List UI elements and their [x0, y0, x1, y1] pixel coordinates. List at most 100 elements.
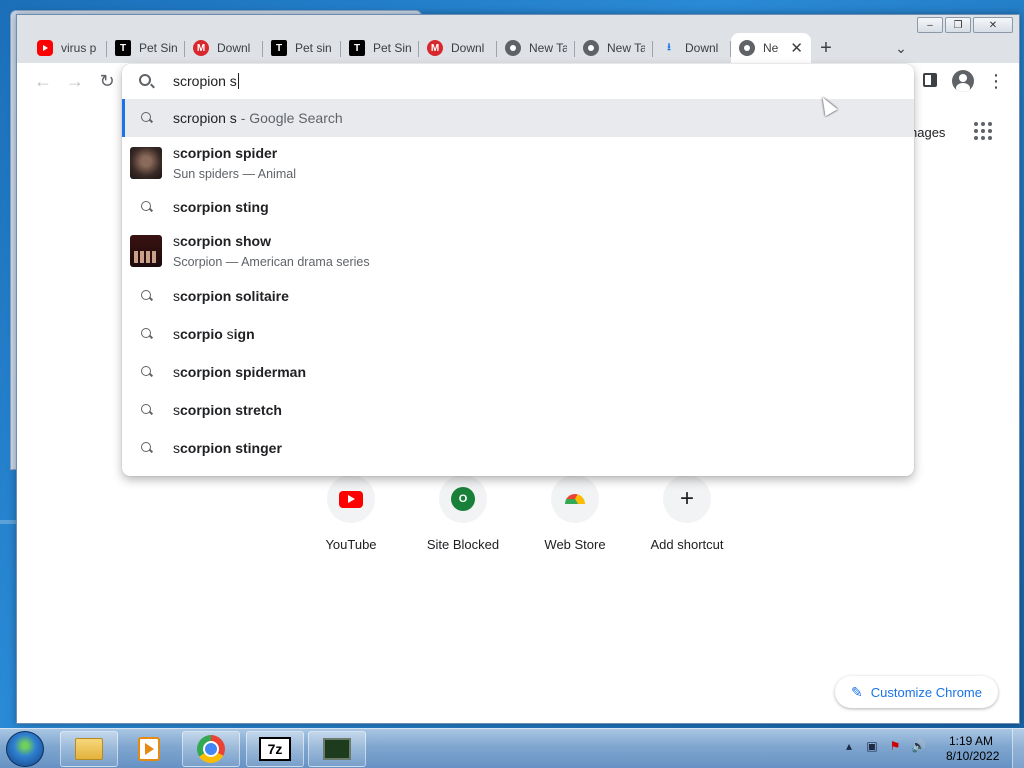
close-tab-icon[interactable]: ✕: [790, 39, 803, 57]
suggestion-text: scorpion stinger: [173, 440, 282, 456]
images-link[interactable]: nages: [910, 125, 945, 140]
suggestion-row[interactable]: scorpion spider Sun spiders — Animal: [122, 137, 914, 189]
restore-button[interactable]: ❐: [945, 17, 971, 33]
shortcut-label: Add shortcut: [650, 537, 724, 552]
o-letter-icon: O: [451, 487, 475, 511]
tab[interactable]: ⭳ Downl: [653, 33, 731, 63]
tab[interactable]: T Pet sin: [263, 33, 341, 63]
tab-active[interactable]: Ne ✕: [731, 33, 811, 63]
address-bar[interactable]: scropion s: [122, 64, 914, 98]
search-icon: [139, 74, 151, 86]
tab-title: Pet Sin: [139, 41, 177, 55]
suggestion-row[interactable]: scorpion stretch: [122, 391, 914, 429]
taskbar-task-manager[interactable]: [308, 731, 366, 767]
taskbar-7zip[interactable]: 7z: [246, 731, 304, 767]
suggestion-row[interactable]: scorpio sign: [122, 315, 914, 353]
suggestion-text: scorpion stretch: [173, 402, 282, 418]
shortcut-web-store[interactable]: Web Store: [519, 475, 631, 552]
search-icon: [141, 328, 151, 338]
tab[interactable]: M Downl: [419, 33, 497, 63]
suggestion-row[interactable]: scorpion show Scorpion — American drama …: [122, 225, 914, 277]
task-manager-icon: [323, 738, 351, 760]
chrome-icon: [505, 40, 521, 56]
suggestion-row[interactable]: scorpion solitaire: [122, 277, 914, 315]
new-tab-button[interactable]: +: [814, 33, 838, 63]
search-icon: [141, 112, 151, 122]
search-icon: [141, 290, 151, 300]
side-panel-icon[interactable]: [923, 73, 937, 87]
window-controls: ‒ ❐ ✕: [917, 17, 1013, 33]
suggestion-text: scorpio sign: [173, 326, 255, 342]
t-icon: T: [115, 40, 131, 56]
customize-chrome-button[interactable]: ✎ Customize Chrome: [835, 676, 998, 708]
customize-label: Customize Chrome: [870, 684, 982, 700]
reload-icon[interactable]: ↻: [97, 71, 117, 91]
suggestion-text: scorpion spider: [173, 145, 278, 161]
suggestion-subtitle: Sun spiders — Animal: [173, 167, 296, 181]
suggestion-row[interactable]: scropion s - Google Search: [122, 99, 914, 137]
show-desktop-button[interactable]: [1012, 729, 1024, 768]
text-caret: [237, 73, 239, 89]
shortcut-label: Web Store: [544, 537, 606, 552]
suggestion-text: scorpion show: [173, 233, 271, 249]
suggestion-subtitle: Scorpion — American drama series: [173, 255, 370, 269]
webstore-icon: [565, 494, 585, 504]
download-icon: ⭳: [667, 41, 671, 53]
tab-title: New Ta: [607, 41, 645, 55]
suggestion-text: scorpion solitaire: [173, 288, 289, 304]
tab-title: virus p: [61, 41, 97, 55]
taskbar-explorer[interactable]: [60, 731, 118, 767]
suggestion-row[interactable]: scorpion spiderman: [122, 353, 914, 391]
plus-icon: +: [679, 485, 694, 512]
profile-avatar-icon[interactable]: [952, 70, 974, 92]
tab-title: Ne: [763, 41, 779, 55]
shortcut-label: YouTube: [325, 537, 377, 552]
shortcut-label: Site Blocked: [426, 537, 500, 552]
forward-arrow-icon[interactable]: →: [65, 71, 85, 91]
tab[interactable]: T Pet Sin: [107, 33, 185, 63]
t-icon: T: [271, 40, 287, 56]
clock[interactable]: 1:19 AM 8/10/2022: [946, 734, 999, 764]
kebab-menu-icon[interactable]: ⋮: [987, 71, 1005, 91]
tab[interactable]: New Ta: [575, 33, 653, 63]
shortcuts: YouTube O Site Blocked Web Store + Add s…: [295, 475, 743, 552]
tab[interactable]: virus p: [29, 33, 107, 63]
shortcut-add[interactable]: + Add shortcut: [631, 475, 743, 552]
search-icon: [141, 404, 151, 414]
network-icon[interactable]: ▣: [865, 739, 879, 753]
suggestion-row[interactable]: scorpion stinger: [122, 429, 914, 467]
address-input-text: scropion s: [173, 73, 237, 89]
taskbar-media-player[interactable]: [120, 731, 178, 767]
show-thumbnail: [130, 235, 162, 267]
shortcut-youtube[interactable]: YouTube: [295, 475, 407, 552]
suggestion-row[interactable]: scorpion sting: [122, 189, 914, 225]
shortcut-site-blocked[interactable]: O Site Blocked: [407, 475, 519, 552]
omnibox-dropdown: scropion s scropion s - Google Search sc…: [122, 64, 914, 476]
tab-title: Pet Sin: [373, 41, 411, 55]
start-button[interactable]: [6, 731, 44, 767]
back-arrow-icon[interactable]: ←: [33, 71, 53, 91]
search-icon: [141, 366, 151, 376]
chrome-icon: [739, 40, 755, 56]
search-icon: [141, 442, 151, 452]
tab[interactable]: T Pet Sin: [341, 33, 419, 63]
volume-icon[interactable]: 🔊: [911, 739, 926, 753]
apps-grid-icon[interactable]: [974, 122, 992, 140]
suggestion-text: scorpion spiderman: [173, 364, 307, 380]
media-player-icon: [138, 737, 160, 761]
show-hidden-icons-icon[interactable]: ▴: [842, 739, 856, 753]
action-center-flag-icon[interactable]: ⚑: [888, 739, 902, 753]
youtube-icon: [37, 40, 53, 56]
close-window-button[interactable]: ✕: [973, 17, 1013, 33]
tab[interactable]: M Downl: [185, 33, 263, 63]
system-tray: ▴ ▣ ⚑ 🔊: [842, 739, 926, 753]
tab[interactable]: New Ta: [497, 33, 575, 63]
youtube-icon: [339, 490, 363, 508]
taskbar-chrome[interactable]: [182, 731, 240, 767]
suggestion-text: scorpion sting: [173, 199, 269, 215]
minimize-button[interactable]: ‒: [917, 17, 943, 33]
pencil-icon: ✎: [851, 683, 863, 700]
address-input[interactable]: scropion s: [173, 73, 239, 89]
tab-search-chevron-icon[interactable]: ⌄: [889, 33, 913, 63]
chrome-icon: [197, 735, 225, 763]
